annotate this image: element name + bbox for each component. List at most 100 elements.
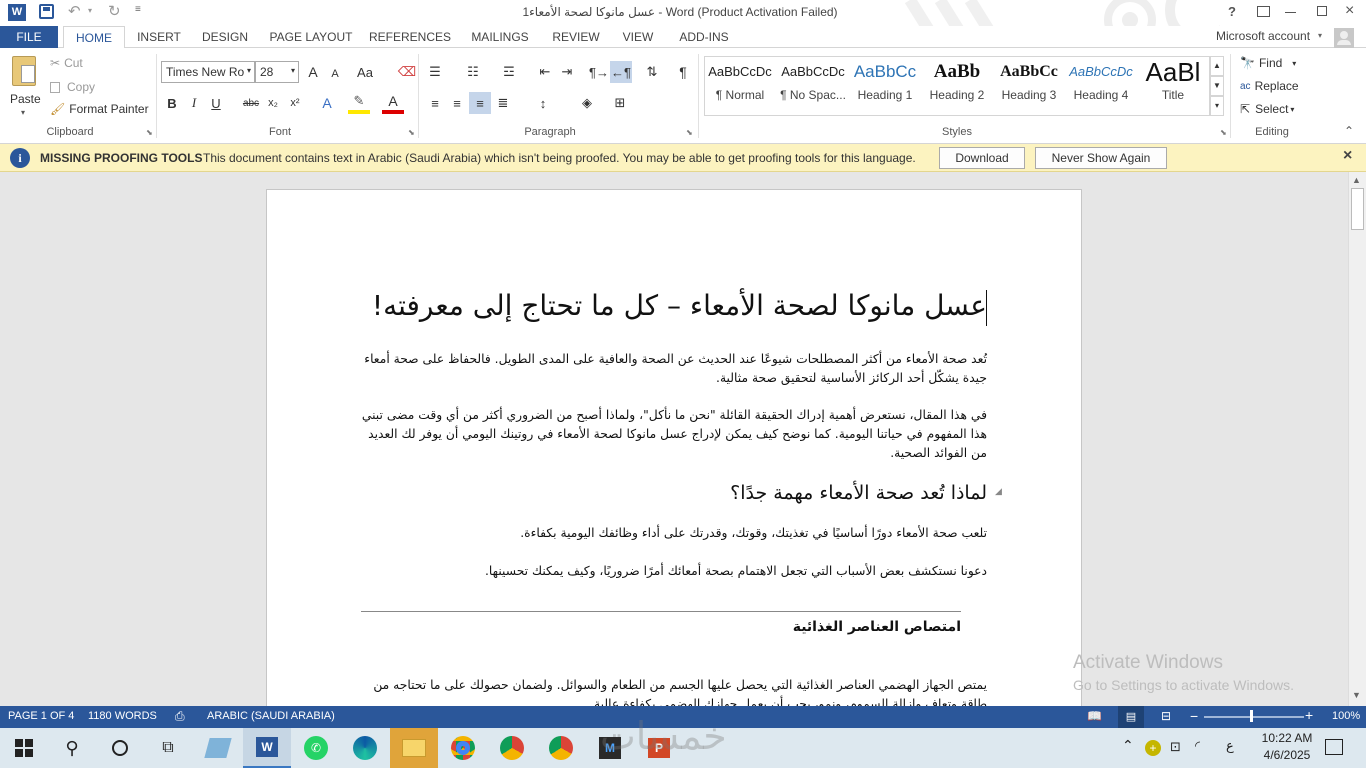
rtl-icon[interactable]: ←¶ <box>610 61 632 83</box>
ribbon-display-options-icon[interactable] <box>1257 6 1270 17</box>
highlight-icon[interactable]: ✎ <box>348 92 370 114</box>
find-button[interactable]: 🔭 Find ▾ <box>1240 56 1296 70</box>
word-logo-icon[interactable]: W <box>8 4 26 21</box>
paste-dropdown-icon[interactable]: ▾ <box>21 108 25 117</box>
font-size-select[interactable]: 28 ▾ <box>255 61 299 83</box>
tab-home[interactable]: HOME <box>63 26 125 49</box>
format-painter-button[interactable]: 🖌 Format Painter <box>50 102 149 116</box>
avatar[interactable] <box>1334 28 1354 48</box>
download-button[interactable]: Download <box>939 147 1025 169</box>
doc-paragraph-3[interactable]: تلعب صحة الأمعاء دورًا أساسيًا في تغذيتك… <box>361 524 987 543</box>
tab-mailings[interactable]: MAILINGS <box>464 26 536 49</box>
tab-view[interactable]: VIEW <box>616 26 660 49</box>
tab-file[interactable]: FILE <box>0 26 58 49</box>
style-heading-1[interactable]: AaBbCc Heading 1 <box>849 58 921 108</box>
replace-button[interactable]: ac Replace <box>1240 79 1299 93</box>
doc-title[interactable]: عسل مانوكا لصحة الأمعاء – كل ما تحتاج إل… <box>361 286 987 326</box>
numbering-icon[interactable]: ☷ <box>462 61 484 83</box>
subscript-button[interactable]: x₂ <box>262 92 284 114</box>
zoom-slider-thumb[interactable] <box>1250 710 1253 722</box>
help-button[interactable]: ? <box>1228 4 1236 19</box>
network-icon[interactable]: ⊡ <box>1170 739 1181 755</box>
tab-add-ins[interactable]: ADD-INS <box>672 26 736 49</box>
page-count[interactable]: PAGE 1 OF 4 <box>8 710 74 722</box>
font-family-select[interactable]: Times New Ro ▾ <box>161 61 255 83</box>
doc-paragraph-4[interactable]: دعونا نستكشف بعض الأسباب التي تجعل الاهت… <box>361 562 987 581</box>
close-button[interactable]: × <box>1345 2 1354 20</box>
file-explorer-app-icon[interactable] <box>390 728 438 768</box>
save-icon[interactable] <box>39 4 54 19</box>
align-center-icon[interactable]: ≡ <box>446 92 468 114</box>
multilevel-list-icon[interactable]: ☲ <box>498 61 520 83</box>
borders-icon[interactable]: ⊞ <box>609 92 631 114</box>
strikethrough-button[interactable]: abc <box>240 92 262 114</box>
redo-icon[interactable]: ↻ <box>108 2 121 20</box>
scroll-up-icon[interactable]: ▲ <box>1352 175 1361 185</box>
account-dropdown-icon[interactable]: ▾ <box>1318 31 1322 40</box>
clear-formatting-icon[interactable]: ⌫ <box>396 61 418 83</box>
input-language[interactable]: ع <box>1226 739 1234 754</box>
customize-qat-icon[interactable]: ≡ <box>135 4 141 15</box>
undo-icon[interactable]: ↶ <box>68 2 81 20</box>
decrease-indent-icon[interactable]: ⇤ <box>534 61 556 83</box>
style-normal[interactable]: AaBbCcDc ¶ Normal <box>704 58 776 108</box>
sort-icon[interactable]: ⇅ <box>641 61 663 83</box>
restore-button[interactable] <box>1317 6 1327 16</box>
copy-button[interactable]: Copy <box>50 80 95 94</box>
notepad-app-icon[interactable] <box>194 728 242 768</box>
bold-button[interactable]: B <box>161 92 183 114</box>
zoom-in-icon[interactable]: + <box>1305 707 1313 723</box>
shrink-font-button[interactable]: A <box>324 63 346 85</box>
word-app-icon[interactable]: W <box>243 728 291 768</box>
search-icon[interactable]: ⚲ <box>48 728 96 768</box>
chrome-profile-2-icon[interactable] <box>488 728 536 768</box>
show-hidden-icons-icon[interactable]: ⌃ <box>1122 737 1134 754</box>
underline-button[interactable]: U <box>205 92 227 114</box>
justify-icon[interactable]: ≣ <box>492 92 514 114</box>
bullets-icon[interactable]: ☰ <box>424 61 446 83</box>
cut-button[interactable]: ✂ Cut <box>50 56 83 70</box>
select-button[interactable]: ⇱ Select ▾ <box>1240 102 1294 116</box>
styles-launcher-icon[interactable]: ⬊ <box>1220 128 1227 137</box>
clock-time[interactable]: 10:22 AM <box>1260 731 1314 745</box>
edge-app-icon[interactable] <box>341 728 389 768</box>
align-left-icon[interactable]: ≡ <box>424 92 446 114</box>
task-view-icon[interactable]: ⧉ <box>144 728 192 768</box>
doc-heading-3[interactable]: امتصاص العناصر الغذائية <box>361 616 961 638</box>
style-heading-3[interactable]: AaBbCc Heading 3 <box>993 58 1065 108</box>
notification-app-icon[interactable]: + <box>1145 740 1161 756</box>
doc-paragraph-1[interactable]: تُعد صحة الأمعاء من أكثر المصطلحات شيوعً… <box>361 350 987 388</box>
superscript-button[interactable]: x² <box>284 92 306 114</box>
tab-review[interactable]: REVIEW <box>546 26 606 49</box>
paste-button[interactable]: Paste <box>10 92 41 106</box>
tab-references[interactable]: REFERENCES <box>368 26 452 49</box>
text-effects-button[interactable]: A <box>316 92 338 114</box>
wifi-icon[interactable]: ◜ <box>1195 738 1200 754</box>
font-color-button[interactable]: A <box>382 92 404 114</box>
collapse-heading-icon[interactable]: ◢ <box>995 486 1002 497</box>
undo-dropdown-icon[interactable]: ▾ <box>88 6 92 15</box>
account-name[interactable]: Microsoft account <box>1216 29 1310 43</box>
tab-design[interactable]: DESIGN <box>196 26 254 49</box>
tab-page-layout[interactable]: PAGE LAYOUT <box>266 26 356 49</box>
clock-date[interactable]: 4/6/2025 <box>1260 748 1314 762</box>
doc-heading-2[interactable]: لماذا تُعد صحة الأمعاء مهمة جدًا؟ <box>361 478 987 508</box>
scroll-down-icon[interactable]: ▼ <box>1352 690 1361 700</box>
web-layout-icon[interactable]: ⊟ <box>1161 709 1171 723</box>
italic-button[interactable]: I <box>183 92 205 114</box>
styles-scroll-down-icon[interactable]: ▼ <box>1210 76 1224 96</box>
font-launcher-icon[interactable]: ⬊ <box>408 128 415 137</box>
align-right-icon[interactable]: ≡ <box>469 92 491 114</box>
doc-paragraph-2[interactable]: في هذا المقال، نستعرض أهمية إدراك الحقيق… <box>361 406 987 463</box>
style-title[interactable]: AaBl Title <box>1137 58 1209 108</box>
zoom-slider[interactable] <box>1204 716 1304 718</box>
chrome-app-icon[interactable] <box>439 728 487 768</box>
increase-indent-icon[interactable]: ⇥ <box>556 61 578 83</box>
paste-icon[interactable] <box>12 56 36 86</box>
tab-insert[interactable]: INSERT <box>132 26 186 49</box>
styles-more-icon[interactable]: ▾ <box>1210 96 1224 116</box>
start-button[interactable] <box>0 728 48 768</box>
grow-font-button[interactable]: A <box>302 61 324 83</box>
print-layout-icon[interactable]: ▤ <box>1118 706 1144 728</box>
minimize-button[interactable] <box>1285 12 1296 13</box>
